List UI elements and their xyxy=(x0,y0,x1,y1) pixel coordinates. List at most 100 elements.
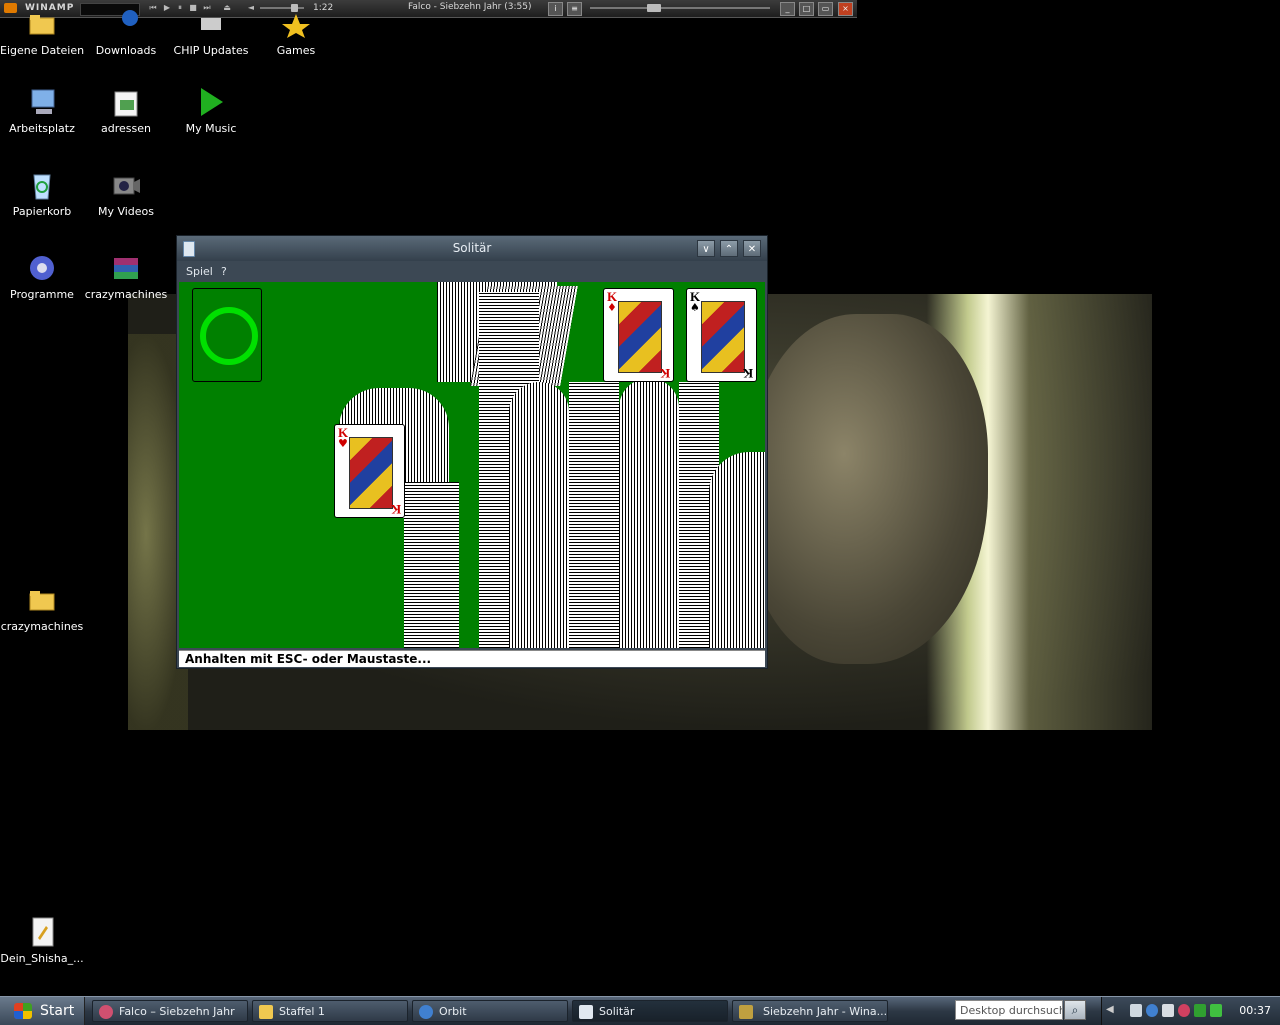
taskbar-item-label: Staffel 1 xyxy=(279,1005,325,1018)
king-portrait-icon xyxy=(349,437,393,509)
desktop-icon-label: crazymachines xyxy=(0,620,84,633)
archive-icon xyxy=(110,252,142,284)
desktop-icon-label: CHIP Updates xyxy=(173,44,249,57)
start-label: Start xyxy=(40,1003,75,1019)
cards-icon xyxy=(579,1005,593,1019)
desktop-search-input[interactable]: Desktop durchsuchen xyxy=(955,1000,1063,1020)
menu-spiel[interactable]: Spiel xyxy=(186,265,213,278)
gear-icon xyxy=(26,252,58,284)
folder-icon xyxy=(259,1005,273,1019)
desktop-icon-label: My Videos xyxy=(97,205,155,218)
desktop-icon-chip-updates[interactable]: CHIP Updates xyxy=(169,8,253,57)
card-rank-bottom: K xyxy=(659,366,670,381)
chip-updates-icon xyxy=(195,8,227,40)
computer-icon xyxy=(26,86,58,118)
alert-icon[interactable] xyxy=(1178,1004,1190,1017)
desktop-icon-my-videos[interactable]: My Videos xyxy=(84,169,168,218)
window-icon[interactable] xyxy=(1130,1004,1142,1017)
taskbar-item-orbit[interactable]: Orbit xyxy=(412,1000,568,1022)
desktop-icon-label: adressen xyxy=(101,122,151,135)
desktop-icon-my-music[interactable]: My Music xyxy=(169,86,253,135)
star-icon xyxy=(280,8,312,40)
desktop-icon-label: My Music xyxy=(185,122,237,135)
info-icon[interactable]: i xyxy=(548,2,563,16)
taskbar-item-label: Solitär xyxy=(599,1005,635,1018)
close-button[interactable]: ✕ xyxy=(743,240,761,257)
maximize-icon[interactable]: ▭ xyxy=(818,2,833,16)
desktop-icon-dein-shisha[interactable]: Dein_Shisha_... xyxy=(0,916,84,965)
taskbar-item-winrar[interactable]: Siebzehn Jahr - Wina... xyxy=(732,1000,888,1022)
minimize-icon[interactable]: _ xyxy=(780,2,795,16)
card-trail xyxy=(619,378,679,648)
spreadsheet-icon xyxy=(110,86,142,118)
redeal-ring-icon xyxy=(200,307,258,365)
taskbar: Start Falco – Siebzehn Jahr Staffel 1 Or… xyxy=(0,996,1280,1025)
network-icon[interactable] xyxy=(1162,1004,1174,1017)
maximize-button[interactable]: ⌃ xyxy=(720,240,738,257)
desktop-icon-label: Arbeitsplatz xyxy=(9,122,75,135)
taskbar-item-staffel[interactable]: Staffel 1 xyxy=(252,1000,408,1022)
desktop-icon-games[interactable]: Games xyxy=(254,8,338,57)
minimize-button[interactable]: ∨ xyxy=(697,240,715,257)
desktop-icon-programme[interactable]: Programme xyxy=(0,252,84,301)
play-icon xyxy=(195,86,227,118)
desktop-icon-downloads[interactable]: Downloads xyxy=(84,8,168,57)
desktop-icon-papierkorb[interactable]: Papierkorb xyxy=(0,169,84,218)
title-bar[interactable]: Solitär ∨ ⌃ ✕ xyxy=(177,236,767,261)
desktop-icon-crazymachines-archive[interactable]: crazymachines xyxy=(84,252,168,301)
close-icon[interactable]: × xyxy=(838,2,853,16)
card-rank-bottom: K xyxy=(390,502,401,517)
status-icon[interactable] xyxy=(1210,1004,1222,1017)
desktop-icon-label: Programme xyxy=(10,288,74,301)
seek-bar[interactable] xyxy=(590,7,770,9)
card-trail xyxy=(404,482,459,648)
desktop-icon-label: Papierkorb xyxy=(12,205,72,218)
folder-icon xyxy=(26,584,58,616)
camera-icon xyxy=(110,169,142,201)
desktop-icon-arbeitsplatz[interactable]: Arbeitsplatz xyxy=(0,86,84,135)
shade-icon[interactable]: □ xyxy=(799,2,814,16)
card-suit: ♦ xyxy=(607,301,617,314)
menu-bar: Spiel ? xyxy=(178,261,766,281)
taskbar-item-label: Siebzehn Jahr - Wina... xyxy=(763,1005,888,1018)
card-king-hearts[interactable]: K ♥ K xyxy=(334,424,405,518)
document-icon xyxy=(26,916,58,948)
clock[interactable]: 00:37 xyxy=(1239,1004,1271,1017)
card-king-diamonds[interactable]: K ♦ K xyxy=(603,288,674,382)
desktop-icon-label: Downloads xyxy=(95,44,157,57)
card-trail xyxy=(569,382,619,648)
tray-expand-icon[interactable]: ◀ xyxy=(1106,1004,1114,1015)
desktop-icon-adressen[interactable]: adressen xyxy=(84,86,168,135)
desktop-icon-crazymachines-folder[interactable]: crazymachines xyxy=(0,584,84,633)
solitaire-window[interactable]: Solitär ∨ ⌃ ✕ Spiel ? K ♦ K K ♠ K K ♥ K … xyxy=(176,235,768,669)
desktop-icon-label: Eigene Dateien xyxy=(0,44,85,57)
system-tray: ◀ 00:37 xyxy=(1101,997,1280,1025)
winamp-track-title: Falco - Siebzehn Jahr (3:55) xyxy=(408,2,532,12)
status-bar: Anhalten mit ESC- oder Maustaste... xyxy=(179,650,765,667)
download-icon[interactable] xyxy=(1146,1004,1158,1017)
card-king-spades[interactable]: K ♠ K xyxy=(686,288,757,382)
king-portrait-icon xyxy=(701,301,745,373)
card-suit: ♥ xyxy=(338,437,348,450)
playlist-icon[interactable]: ≡ xyxy=(567,2,582,16)
start-button[interactable]: Start xyxy=(0,997,85,1025)
desktop-icon-label: Games xyxy=(276,44,316,57)
desktop-icon-label: Dein_Shisha_... xyxy=(0,952,84,965)
card-suit: ♠ xyxy=(690,301,700,314)
downloads-icon xyxy=(110,8,142,40)
taskbar-item-solitaire[interactable]: Solitär xyxy=(572,1000,728,1022)
desktop-icon-eigene-dateien[interactable]: Eigene Dateien xyxy=(0,8,84,57)
game-area[interactable]: K ♦ K K ♠ K K ♥ K xyxy=(179,282,765,648)
folder-icon xyxy=(26,8,58,40)
desktop-icon-label: crazymachines xyxy=(84,288,168,301)
taskbar-item-falco[interactable]: Falco – Siebzehn Jahr xyxy=(92,1000,248,1022)
menu-help[interactable]: ? xyxy=(221,265,227,278)
stock-pile[interactable] xyxy=(192,288,262,382)
wallpaper-creature xyxy=(748,314,988,664)
search-icon: ⌕ xyxy=(1071,1003,1079,1017)
winamp-icon xyxy=(99,1005,113,1019)
seek-knob[interactable] xyxy=(647,4,661,12)
meter-icon[interactable] xyxy=(1194,1004,1206,1017)
winrar-icon xyxy=(739,1005,753,1019)
search-button[interactable]: ⌕ xyxy=(1064,1000,1086,1020)
